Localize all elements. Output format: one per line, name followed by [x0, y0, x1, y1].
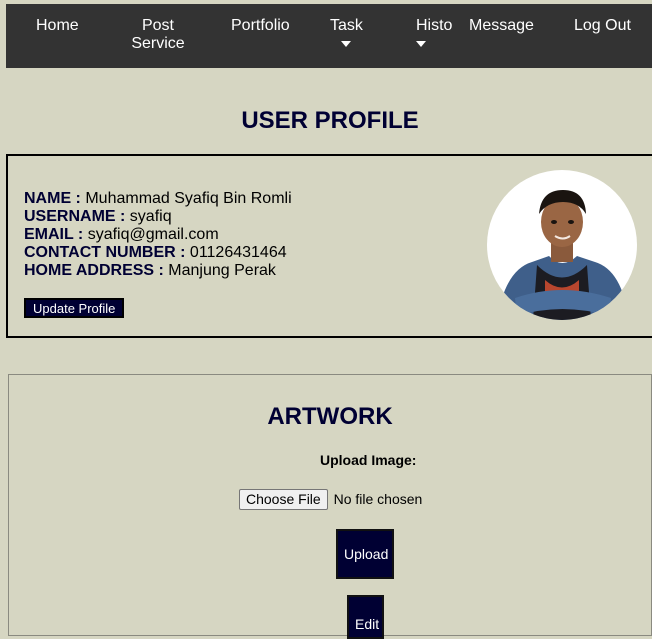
update-profile-button[interactable]: Update Profile: [24, 298, 125, 318]
file-input[interactable]: Choose File No file chosen: [239, 489, 422, 510]
contact-row: CONTACT NUMBER : 01126431464: [24, 244, 292, 262]
nav-post-service-line2: Service: [131, 35, 185, 52]
avatar-photo: [497, 190, 629, 320]
nav-task[interactable]: Task: [330, 17, 363, 47]
artwork-section: ARTWORK Upload Image: Choose File No fil…: [8, 374, 652, 639]
email-value: syafiq@gmail.com: [83, 226, 219, 243]
chevron-down-icon: [341, 41, 352, 47]
address-row: HOME ADDRESS : Manjung Perak: [24, 262, 292, 280]
edit-button[interactable]: Edit: [347, 595, 384, 639]
nav-message[interactable]: Message: [469, 17, 534, 35]
artwork-title: ARTWORK: [267, 403, 393, 430]
username-label: USERNAME :: [24, 208, 126, 225]
username-value: syafiq: [125, 208, 172, 225]
username-row: USERNAME : syafiq: [24, 208, 292, 226]
nav-task-label: Task: [330, 17, 363, 34]
contact-value: 01126431464: [185, 244, 287, 261]
upload-image-label: Upload Image:: [320, 452, 417, 468]
name-value: Muhammad Syafiq Bin Romli: [80, 190, 292, 207]
nav-home[interactable]: Home: [36, 17, 79, 35]
contact-label: CONTACT NUMBER :: [24, 244, 186, 261]
email-label: EMAIL :: [24, 226, 84, 243]
avatar: [487, 170, 637, 320]
email-row: EMAIL : syafiq@gmail.com: [24, 226, 292, 244]
name-row: NAME : Muhammad Syafiq Bin Romli: [24, 190, 292, 208]
nav-post-service[interactable]: Post Service: [128, 17, 188, 53]
name-label: NAME :: [24, 190, 81, 207]
nav-portfolio[interactable]: Portfolio: [231, 17, 290, 35]
nav-post-service-line1: Post: [141, 17, 174, 34]
nav-history[interactable]: Histo: [416, 17, 452, 47]
upload-button[interactable]: Upload: [336, 529, 394, 579]
user-profile-title: USER PROFILE: [241, 107, 419, 134]
nav-logout[interactable]: Log Out: [574, 17, 631, 35]
file-status: No file chosen: [333, 491, 423, 507]
address-value: Manjung Perak: [163, 262, 276, 279]
profile-info: NAME : Muhammad Syafiq Bin Romli USERNAM…: [24, 190, 292, 280]
chevron-down-icon: [416, 41, 426, 47]
top-navigation-bar: Home Post Service Portfolio Task Histo M…: [6, 4, 652, 68]
address-label: HOME ADDRESS :: [24, 262, 164, 279]
nav-history-label: Histo: [416, 17, 452, 34]
choose-file-button[interactable]: Choose File: [239, 489, 328, 510]
profile-card: NAME : Muhammad Syafiq Bin Romli USERNAM…: [6, 154, 652, 338]
